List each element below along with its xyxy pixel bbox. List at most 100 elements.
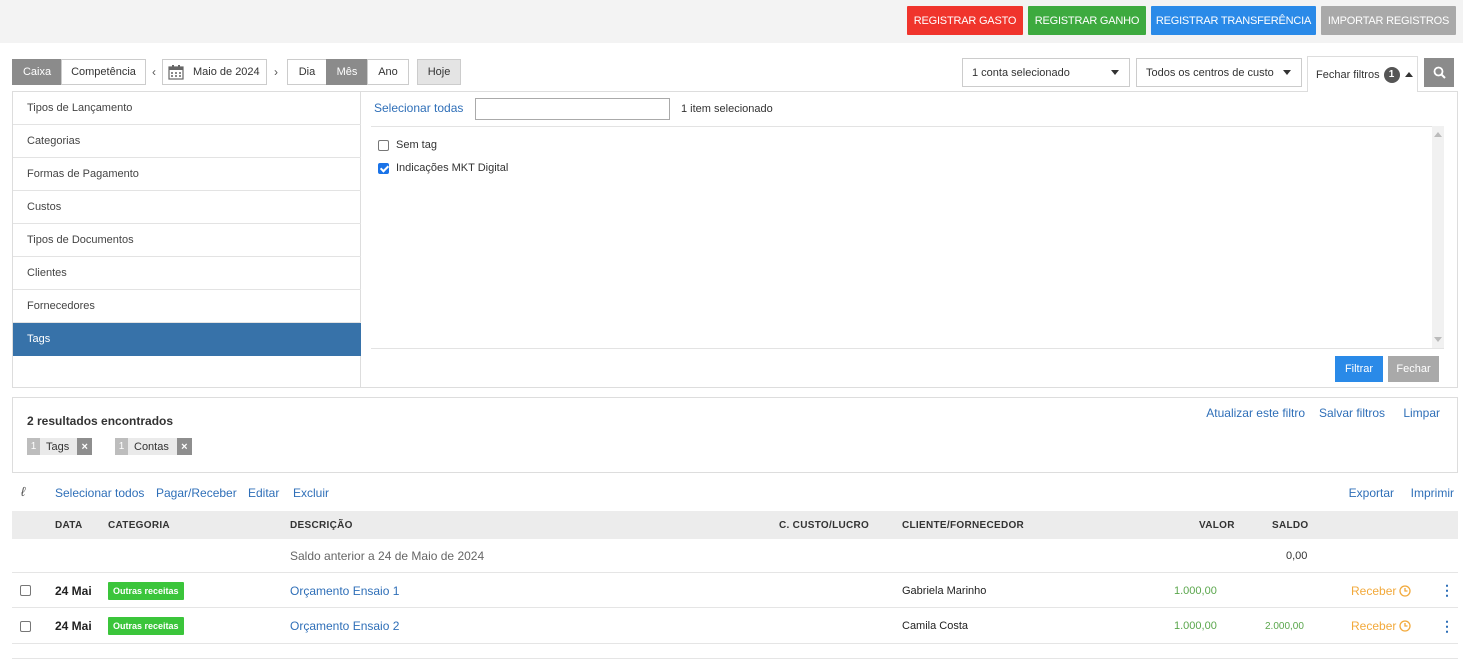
close-filter-button[interactable]: Fechar — [1388, 356, 1439, 382]
more-options-icon[interactable]: ⋮ — [1440, 608, 1454, 644]
search-button[interactable] — [1424, 58, 1454, 87]
today-button[interactable]: Hoje — [417, 59, 461, 85]
mode-competencia-button[interactable]: Competência — [61, 59, 146, 85]
update-filter-link[interactable]: Atualizar este filtro — [1206, 406, 1305, 420]
row-description-link[interactable]: Orçamento Ensaio 1 — [290, 573, 399, 608]
period-selector[interactable]: Maio de 2024 — [162, 59, 267, 85]
chevron-right-icon[interactable]: › — [267, 59, 285, 85]
header-cost-center[interactable]: C. CUSTO/LUCRO — [779, 511, 869, 539]
row-client: Camila Costa — [902, 620, 969, 632]
chevron-down-icon — [1283, 70, 1291, 75]
chip-label: Contas — [134, 440, 169, 453]
filter-item-categorias[interactable]: Categorias — [13, 125, 361, 158]
header-date[interactable]: DATA — [55, 511, 83, 539]
granularity-mes-button[interactable]: Mês — [326, 59, 368, 85]
receive-label: Receber — [1351, 583, 1397, 598]
chip-count: 1 — [27, 438, 40, 455]
row-balance: 2.000,00 — [1265, 620, 1304, 632]
results-summary: 2 resultados encontrados 1 Tags × 1 Cont… — [12, 397, 1458, 473]
chevron-down-icon — [1111, 70, 1119, 75]
mode-caixa-button[interactable]: Caixa — [12, 59, 62, 85]
delete-link[interactable]: Excluir — [293, 486, 329, 500]
row-description-link[interactable]: Orçamento Ensaio 2 — [290, 608, 399, 644]
save-filters-link[interactable]: Salvar filtros — [1319, 406, 1385, 420]
cost-center-select[interactable]: Todos os centros de custo — [1136, 58, 1302, 87]
scroll-down-icon[interactable] — [1434, 337, 1442, 342]
filter-item-tags[interactable]: Tags — [13, 323, 361, 356]
tag-option-label: Indicações MKT Digital — [396, 162, 509, 174]
header-value[interactable]: VALOR — [1199, 511, 1235, 539]
chevron-left-icon[interactable]: ‹ — [146, 59, 162, 85]
tag-search-input[interactable] — [475, 98, 670, 120]
filter-item-custos[interactable]: Custos — [13, 191, 361, 224]
tag-option-label: Sem tag — [396, 139, 437, 151]
select-all-link[interactable]: Selecionar todos — [55, 486, 144, 500]
edit-link[interactable]: Editar — [248, 486, 279, 500]
row-checkbox-cell — [20, 573, 31, 608]
filter-item-tipos-lancamento[interactable]: Tipos de Lançamento — [13, 92, 361, 125]
filter-item-formas-pagamento[interactable]: Formas de Pagamento — [13, 158, 361, 191]
row-value: 1.000,00 — [1174, 584, 1217, 597]
remove-chip-icon[interactable]: × — [77, 438, 93, 455]
paperclip-icon[interactable]: ℓ — [21, 484, 25, 499]
selected-count-label: 1 item selecionado — [681, 103, 773, 115]
account-select[interactable]: 1 conta selecionado — [962, 58, 1130, 87]
row-checkbox-cell — [20, 608, 31, 644]
select-all-tags-link[interactable]: Selecionar todas — [374, 101, 463, 115]
top-action-bar: REGISTRAR GASTO REGISTRAR GANHO REGISTRA… — [0, 0, 1463, 43]
checkbox[interactable] — [20, 585, 31, 596]
search-icon — [1433, 66, 1446, 79]
tag-option-indicacoes[interactable]: Indicações MKT Digital — [378, 162, 508, 174]
remove-chip-icon[interactable]: × — [176, 438, 192, 455]
scrollbar[interactable] — [1432, 126, 1444, 348]
register-expense-button[interactable]: REGISTRAR GASTO — [907, 6, 1023, 35]
receive-label: Receber — [1351, 619, 1397, 633]
header-category[interactable]: CATEGORIA — [108, 511, 170, 539]
table-header — [12, 511, 1458, 539]
tag-option-sem-tag[interactable]: Sem tag — [378, 139, 437, 151]
row-category-cell: Outras receitas — [108, 608, 184, 644]
granularity-ano-button[interactable]: Ano — [367, 59, 409, 85]
divider — [371, 348, 1444, 349]
close-filters-tab[interactable]: Fechar filtros 1 — [1307, 56, 1418, 92]
divider — [371, 126, 1441, 127]
table-row[interactable]: 24 Mai Outras receitas Orçamento Ensaio … — [12, 608, 1458, 644]
row-value: 1.000,00 — [1174, 620, 1217, 632]
header-description[interactable]: DESCRIÇÃO — [290, 511, 353, 539]
scroll-up-icon[interactable] — [1434, 132, 1442, 137]
filter-count-badge: 1 — [1383, 66, 1400, 83]
register-transfer-button[interactable]: REGISTRAR TRANSFERÊNCIA — [1151, 6, 1316, 35]
chip-count: 1 — [115, 438, 128, 455]
chevron-up-icon — [1404, 72, 1413, 77]
filter-item-fornecedores[interactable]: Fornecedores — [13, 290, 361, 323]
row-client: Gabriela Marinho — [902, 584, 987, 597]
row-category-cell: Outras receitas — [108, 573, 184, 608]
header-balance[interactable]: SALDO — [1272, 511, 1309, 539]
row-date: 24 Mai — [55, 583, 92, 598]
table-row[interactable]: 24 Mai Outras receitas Orçamento Ensaio … — [12, 573, 1458, 608]
filter-item-clientes[interactable]: Clientes — [13, 257, 361, 290]
import-records-button[interactable]: IMPORTAR REGISTROS — [1321, 6, 1456, 35]
apply-filter-button[interactable]: Filtrar — [1335, 356, 1383, 382]
checkbox-checked[interactable] — [378, 162, 389, 174]
row-date: 24 Mai — [55, 619, 92, 633]
pay-receive-link[interactable]: Pagar/Receber — [156, 486, 237, 500]
header-client[interactable]: CLIENTE/FORNECEDOR — [902, 511, 1024, 539]
clear-filters-link[interactable]: Limpar — [1403, 406, 1440, 420]
export-link[interactable]: Exportar — [1349, 486, 1394, 500]
previous-balance-value: 0,00 — [1286, 550, 1308, 562]
category-badge: Outras receitas — [108, 617, 184, 635]
filter-item-tipos-documentos[interactable]: Tipos de Documentos — [13, 224, 361, 257]
results-count: 2 resultados encontrados — [27, 414, 174, 428]
granularity-dia-button[interactable]: Dia — [287, 59, 327, 85]
checkbox[interactable] — [20, 620, 31, 632]
clock-icon — [1399, 620, 1412, 632]
register-income-button[interactable]: REGISTRAR GANHO — [1028, 6, 1146, 35]
previous-balance-label: Saldo anterior a 24 de Maio de 2024 — [290, 549, 485, 563]
receive-action[interactable]: Receber — [1351, 573, 1412, 608]
more-options-icon[interactable]: ⋮ — [1440, 573, 1454, 608]
period-label: Maio de 2024 — [193, 66, 260, 78]
checkbox[interactable] — [378, 139, 389, 151]
receive-action[interactable]: Receber — [1351, 608, 1412, 644]
print-link[interactable]: Imprimir — [1411, 486, 1454, 500]
